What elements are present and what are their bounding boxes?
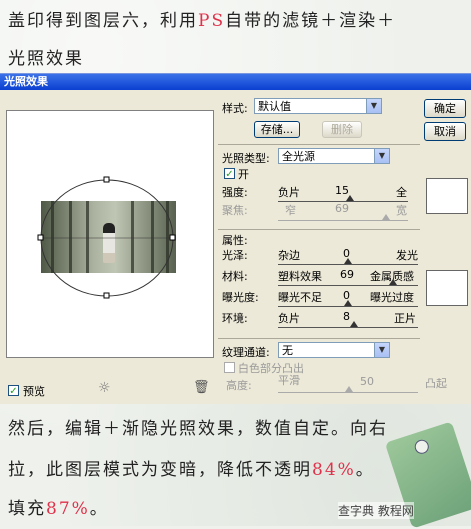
material-slider-thumb[interactable] [389, 279, 397, 285]
focus-right: 宽 [396, 204, 407, 217]
opacity-value: 84% [312, 460, 356, 480]
trash-icon[interactable]: 🗑 [193, 380, 210, 395]
delete-button[interactable]: 删除 [322, 121, 362, 138]
exposure-left: 曝光不足 [278, 291, 322, 304]
footer-line-2: 拉，此图层模式为变暗，降低不透明84%。 [8, 455, 375, 480]
material-value: 69 [340, 268, 354, 281]
fill-value: 87% [46, 499, 90, 519]
material-left: 塑料效果 [278, 270, 322, 283]
focus-slider-thumb[interactable] [382, 214, 390, 220]
separator [218, 144, 420, 145]
focus-slider[interactable] [278, 220, 408, 221]
exposure-label: 曝光度: [222, 291, 259, 304]
preview-checkbox[interactable]: ✓ [8, 385, 19, 397]
cancel-button[interactable]: 取消 [424, 122, 466, 141]
exposure-slider[interactable] [278, 306, 418, 307]
light-ellipse-handles[interactable] [7, 111, 213, 357]
light-type-value: 全光源 [282, 150, 315, 163]
height-slider-thumb[interactable] [345, 386, 353, 392]
footer-line-3: 填充87%。 [8, 494, 109, 519]
header-text-suffix: 自带的滤镜＋渲染＋ [225, 11, 397, 31]
gloss-slider-thumb[interactable] [344, 258, 352, 264]
intensity-label: 强度: [222, 186, 248, 199]
chevron-down-icon: ▼ [374, 149, 389, 163]
intensity-slider-thumb[interactable] [346, 195, 354, 201]
white-high-checkbox[interactable] [224, 362, 235, 373]
material-label: 材料: [222, 270, 248, 283]
exposure-slider-thumb[interactable] [344, 300, 352, 306]
preview-pane[interactable] [6, 110, 214, 358]
ok-button[interactable]: 确定 [424, 99, 466, 118]
watermark: 查字典 教程网 [338, 502, 414, 519]
style-label: 样式: [222, 102, 248, 115]
ambient-color-swatch[interactable] [426, 270, 468, 306]
height-left: 平滑 [278, 374, 300, 387]
texture-channel-value: 无 [282, 344, 293, 357]
on-label: 开 [238, 168, 249, 181]
dialog-title: 光照效果 [0, 74, 471, 90]
lightbulb-icon[interactable]: ☼ [98, 380, 111, 396]
on-checkbox[interactable]: ✓ [224, 168, 235, 180]
ambience-slider-thumb[interactable] [350, 321, 358, 327]
intensity-right: 全 [396, 186, 407, 199]
ambience-left: 负片 [278, 312, 300, 325]
height-label: 高度: [226, 379, 252, 392]
texture-channel-label: 纹理通道: [222, 346, 270, 359]
preview-label: 预览 [23, 385, 45, 398]
ambience-label: 环境: [222, 312, 248, 325]
height-right: 凸起 [425, 377, 447, 390]
chevron-down-icon: ▼ [366, 99, 381, 113]
light-color-swatch[interactable] [426, 178, 468, 214]
material-slider[interactable] [278, 285, 418, 286]
gloss-right: 发光 [396, 249, 418, 262]
height-slider[interactable] [278, 392, 418, 393]
style-select[interactable]: 默认值 ▼ [254, 98, 382, 114]
ps-highlight: PS [198, 11, 226, 31]
gloss-label: 光泽: [222, 249, 248, 262]
height-value: 50 [360, 375, 374, 388]
header-line-1: 盖印得到图层六，利用PS自带的滤镜＋渲染＋ [8, 6, 396, 31]
separator [218, 229, 420, 230]
gloss-left: 杂边 [278, 249, 300, 262]
header-line-2: 光照效果 [8, 49, 84, 69]
properties-label: 属性: [222, 234, 248, 247]
light-type-select[interactable]: 全光源 ▼ [278, 148, 390, 164]
chevron-down-icon: ▼ [374, 343, 389, 357]
save-button[interactable]: 存储... [254, 121, 300, 138]
focus-label: 聚焦: [222, 204, 248, 217]
footer-text-end: 。 [355, 460, 375, 480]
texture-channel-select[interactable]: 无 ▼ [278, 342, 390, 358]
lighting-effects-dialog: 光照效果 ✓ 预览 ☼ 🗑 样式: 默认值 ▼ 存储... 删除 确定 取消 光… [0, 73, 471, 404]
focus-value: 69 [335, 202, 349, 215]
light-type-label: 光照类型: [222, 152, 270, 165]
focus-left: 窄 [285, 204, 296, 217]
style-value: 默认值 [258, 100, 291, 113]
footer-line-1: 然后，编辑＋渐隐光照效果，数值自定。向右 [8, 419, 388, 439]
ambience-value: 8 [343, 310, 350, 323]
footer-text-end: 。 [89, 499, 109, 519]
footer-text: 填充 [8, 499, 46, 519]
exposure-right: 曝光过度 [370, 291, 414, 304]
gloss-slider[interactable] [278, 264, 418, 265]
ambience-right: 正片 [394, 312, 416, 325]
separator [218, 338, 420, 339]
ambience-slider[interactable] [278, 327, 418, 328]
header-text: 盖印得到图层六，利用 [8, 11, 198, 31]
intensity-left: 负片 [278, 186, 300, 199]
footer-text: 拉，此图层模式为变暗，降低不透明 [8, 460, 312, 480]
